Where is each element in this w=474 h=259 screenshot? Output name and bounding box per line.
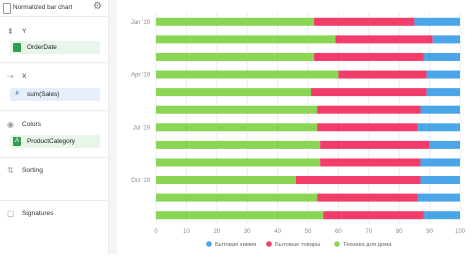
bar-segment [317, 193, 418, 202]
y-tick-label: Apr '19 [131, 73, 150, 79]
x-tick-label: 100 [455, 229, 466, 235]
bar-segment [320, 158, 421, 167]
bar-segment [314, 17, 415, 26]
y-tick-label: Jul '19 [133, 125, 151, 131]
bar-segment [323, 211, 424, 220]
x-tick-label: 20 [213, 229, 220, 235]
divider [0, 62, 108, 63]
bar-segment [156, 105, 318, 114]
bar-segment [156, 176, 296, 185]
field-type-icon [13, 43, 21, 52]
field-type-icon: A [13, 137, 21, 146]
bar-segment [420, 158, 460, 167]
x-field-label: sum(Sales) [27, 91, 60, 98]
section-x-label: X [22, 73, 27, 80]
section-signatures-label: Signatures [22, 210, 54, 217]
colors-icon: ◉ [7, 120, 14, 129]
x-tick-label: 60 [335, 229, 342, 235]
bar-segment [156, 140, 321, 149]
bar-segment [156, 70, 339, 79]
y-tick-label: Jan '19 [131, 20, 151, 26]
chart-header: Normalized bar chart ⚙ [0, 0, 108, 16]
bar-segment [295, 176, 421, 185]
field-type-icon: # [15, 91, 19, 97]
gear-icon[interactable]: ⚙ [93, 1, 102, 12]
bar-segment [335, 35, 433, 44]
bar-segment [156, 52, 315, 61]
normalized-bar-chart: 0 10 20 30 40 50 60 70 80 90 100 Jan '19 Apr '19 Jul … [131, 13, 466, 248]
bar-segment [156, 158, 321, 167]
bar-segment [338, 70, 427, 79]
bar-segment [426, 88, 460, 97]
signatures-icon: ▢ [7, 209, 15, 218]
divider [0, 200, 108, 201]
y-axis-icon: ⬍ [7, 27, 14, 36]
chart-type-icon [3, 3, 11, 14]
legend-label: Бытовая химия [215, 242, 256, 248]
bar-segment [156, 35, 336, 44]
bar-segment [420, 176, 460, 185]
legend-swatch [334, 241, 340, 247]
panel-gutter [109, 0, 117, 254]
x-tick-label: 30 [244, 229, 251, 235]
sidebar: Normalized bar chart ⚙ ⬍ Y OrderDate ⇢ X… [0, 0, 108, 254]
x-tick-label: 10 [183, 229, 190, 235]
x-tick-label: 0 [154, 229, 158, 235]
legend-label: Техника для дома [343, 242, 392, 248]
chart-title: Normalized bar chart [13, 4, 73, 11]
chart-area: 0 10 20 30 40 50 60 70 80 90 100 Jan '19 Apr '19 Jul … [117, 0, 474, 254]
bar-segment [156, 211, 324, 220]
colors-field-chip[interactable]: A ProductCategory [10, 135, 100, 148]
x-axis-icon: ⇢ [7, 72, 14, 81]
bar-segment [423, 52, 460, 61]
section-sorting-label: Sorting [22, 167, 43, 174]
bar-segment [156, 88, 312, 97]
bar-segment [156, 193, 318, 202]
bar-segment [420, 105, 460, 114]
bar-segment [317, 105, 421, 114]
legend-swatch [206, 241, 212, 247]
divider [0, 110, 108, 111]
divider [0, 16, 108, 17]
bar-segment [320, 140, 430, 149]
bar-segment [429, 140, 460, 149]
y-field-label: OrderDate [27, 44, 57, 51]
section-y-label: Y [22, 28, 27, 35]
x-tick-label: 80 [396, 229, 403, 235]
legend-swatch [266, 241, 272, 247]
bar-segment [156, 123, 318, 132]
bar-segment [417, 193, 460, 202]
section-colors-label: Colors [22, 121, 42, 128]
colors-field-label: ProductCategory [27, 138, 75, 145]
x-tick-label: 40 [274, 229, 281, 235]
bar-segment [156, 17, 315, 26]
y-tick-label: Oct '19 [131, 178, 150, 184]
bar-segment [432, 35, 460, 44]
bar-segment [314, 52, 424, 61]
bar-segment [423, 211, 460, 220]
bar-segment [311, 88, 427, 97]
divider [0, 157, 108, 158]
x-field-chip[interactable]: # sum(Sales) [10, 88, 100, 101]
bar-segment [426, 70, 460, 79]
y-field-chip[interactable]: OrderDate [10, 41, 100, 54]
bar-segment [317, 123, 418, 132]
x-tick-label: 50 [305, 229, 312, 235]
legend-label: Бытовые товары [275, 242, 320, 248]
bar-segment [414, 17, 460, 26]
x-tick-label: 90 [426, 229, 433, 235]
bar-segment [417, 123, 460, 132]
sorting-icon: ⇅ [7, 166, 14, 175]
x-tick-label: 70 [365, 229, 372, 235]
